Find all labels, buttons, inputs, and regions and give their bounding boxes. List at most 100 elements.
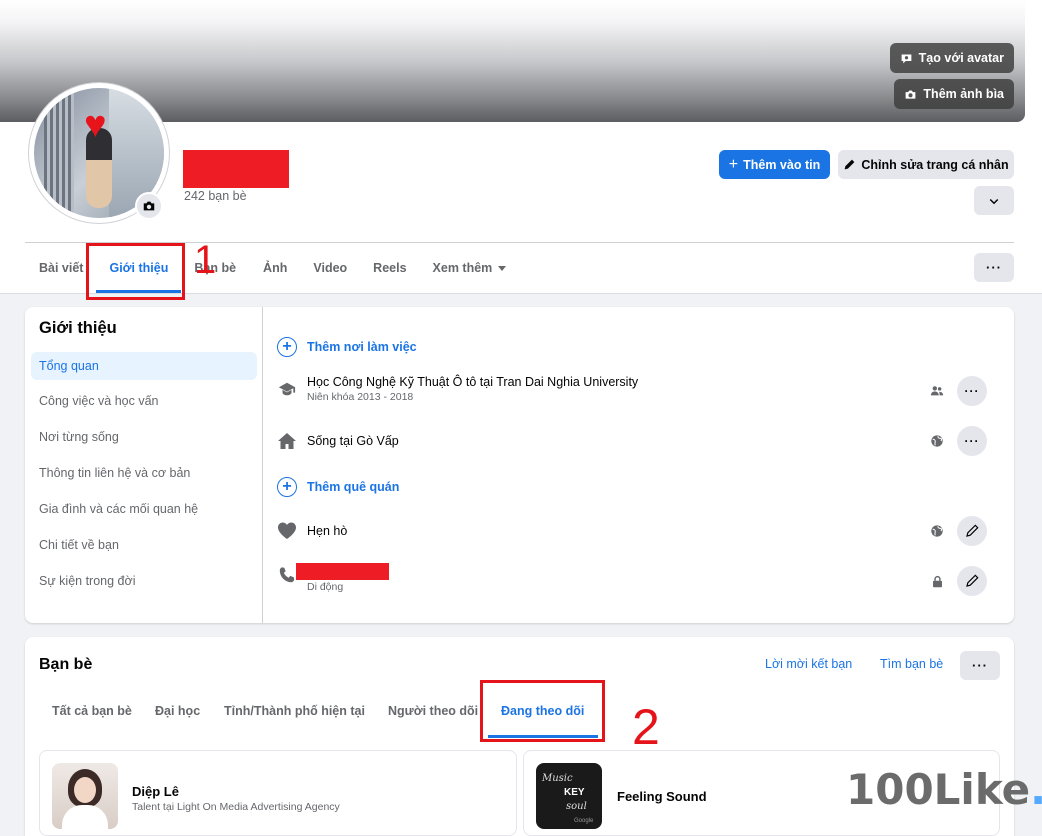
friend-requests-link[interactable]: Lời mời kết bạn [765,657,852,671]
following-subtitle: Talent tại Light On Media Advertising Ag… [132,801,340,813]
phone-edit-button[interactable] [957,566,987,596]
dating-text: Hẹn hò [307,524,348,538]
camera-icon [906,89,916,99]
about-title: Giới thiệu [39,319,117,337]
about-menu-life-events[interactable]: Sự kiện trong đời [31,567,257,595]
thumb-brand: Google [574,818,594,824]
add-circle-icon: + [277,337,297,357]
create-with-avatar-label: Tạo với avatar [918,51,1004,65]
lives-in-options-button[interactable]: ··· [957,426,987,456]
tab-videos[interactable]: Video [313,243,347,293]
pencil-icon [844,159,855,170]
friends-tab-all[interactable]: Tất cả bạn bè [52,704,132,718]
annotation-number-2: 2 [632,699,660,755]
about-card: Giới thiệu Tổng quan Công việc và học vấ… [25,307,1014,623]
menu-label: Tổng quan [39,359,99,373]
about-menu-overview[interactable]: Tổng quan [31,352,257,380]
lives-in-row: Sống tại Gò Vấp [277,431,399,451]
lives-in-text: Sống tại Gò Vấp [307,434,399,448]
menu-label: Nơi từng sống [39,430,119,444]
tabs-more-button[interactable]: ··· [974,253,1014,282]
menu-label: Công việc và học vấn [39,394,159,408]
about-menu-family[interactable]: Gia đình và các mối quan hệ [31,495,257,523]
update-avatar-camera-button[interactable] [135,192,163,220]
following-thumbnail[interactable]: Music KEY soul Google [536,763,602,829]
lives-in-place-link[interactable]: Gò Vấp [356,434,398,448]
thumbnail-face [74,777,96,803]
thumbnail-shoulders [62,805,108,829]
avatar-photo-railing [44,88,74,218]
profile-options-button[interactable] [974,186,1014,215]
friends-tab-university[interactable]: Đại học [155,704,200,718]
tab-reels[interactable]: Reels [373,243,406,293]
chevron-down-icon [989,198,999,204]
add-cover-photo-button[interactable]: Thêm ảnh bìa [894,79,1014,109]
menu-label: Chi tiết về bạn [39,538,119,552]
friends-title: Bạn bè [39,656,93,673]
phone-type: Di động [307,581,344,593]
about-menu-contact-info[interactable]: Thông tin liên hệ và cơ bản [31,459,257,487]
add-circle-icon: + [277,477,297,497]
tab-posts[interactable]: Bài viết [39,243,83,293]
about-menu-places-lived[interactable]: Nơi từng sống [31,423,257,451]
tab-label: Video [313,261,348,275]
tab-label: Reels [373,261,407,275]
tab-label: Xem thêm [432,261,493,275]
watermark-text: 100Like [846,765,1031,814]
following-name[interactable]: Feeling Sound [617,789,707,804]
menu-label: Gia đình và các mối quan hệ [39,502,199,516]
about-menu-details[interactable]: Chi tiết về bạn [31,531,257,559]
annotation-box-1 [86,243,185,300]
thumb-text-line2: KEY [564,787,585,798]
phone-icon [277,565,297,585]
education-text: Học Công Nghệ Kỹ Thuật Ô tô tại Tran Dai… [307,375,638,389]
following-name[interactable]: Diệp Lê [132,784,179,799]
tab-label: Bài viết [39,261,84,275]
dating-row: Hẹn hò [277,521,347,541]
create-with-avatar-button[interactable]: Tạo với avatar [889,43,1014,73]
education-row: Học Công Nghệ Kỹ Thuật Ô tô tại Tran Dai… [277,375,638,403]
dating-edit-button[interactable] [957,516,987,546]
education-prefix: Học Công Nghệ Kỹ Thuật Ô tô tại [307,375,497,389]
friend-count[interactable]: 242 bạn bè [184,189,247,203]
find-friends-link[interactable]: Tìm bạn bè [880,657,943,671]
home-icon [277,431,297,451]
about-sidebar: Giới thiệu Tổng quan Công việc và học vấ… [25,307,263,623]
ellipsis-icon: ··· [986,260,1002,275]
education-options-button[interactable]: ··· [957,376,987,406]
add-cover-photo-label: Thêm ảnh bìa [923,87,1004,101]
edit-profile-label: Chỉnh sửa trang cá nhân [861,157,1009,172]
camera-icon [143,201,155,211]
ellipsis-icon: ··· [964,384,980,398]
friends-more-button[interactable]: ··· [960,651,1000,680]
avatar-chat-icon [901,53,912,63]
add-workplace-button[interactable]: + Thêm nơi làm việc [277,337,417,357]
friends-tab-followers[interactable]: Người theo dõi [388,704,478,718]
lives-in-prefix: Sống tại [307,434,357,448]
public-privacy-icon[interactable] [930,524,944,538]
watermark-logo: 100Like. [846,765,1042,814]
pencil-icon [966,524,979,537]
friends-privacy-icon[interactable] [930,384,944,398]
public-privacy-icon[interactable] [930,434,944,448]
pencil-icon [966,574,979,587]
education-school-link[interactable]: Tran Dai Nghia University [496,375,638,389]
ellipsis-icon: ··· [964,434,980,448]
watermark-dot: . [1030,765,1042,814]
following-thumbnail[interactable] [52,763,118,829]
profile-name-redacted [183,150,289,188]
add-to-story-button[interactable]: + Thêm vào tin [719,150,830,179]
edit-profile-button[interactable]: Chỉnh sửa trang cá nhân [838,150,1014,179]
ellipsis-icon: ··· [972,658,988,673]
add-hometown-button[interactable]: + Thêm quê quán [277,477,399,497]
lock-privacy-icon[interactable] [930,574,944,588]
friends-tab-current-city[interactable]: Tỉnh/Thành phố hiện tại [224,704,365,718]
tab-see-more[interactable]: Xem thêm [433,243,507,293]
annotation-number-1: 1 [194,238,217,282]
following-item[interactable]: Diệp Lê Talent tại Light On Media Advert… [39,750,517,836]
thumb-text-line1: Music [542,773,573,784]
tab-photos[interactable]: Ảnh [263,243,287,293]
education-years: Niên khóa 2013 - 2018 [307,391,414,403]
about-menu-work-education[interactable]: Công việc và học vấn [31,387,257,415]
menu-label: Sự kiện trong đời [39,574,136,588]
